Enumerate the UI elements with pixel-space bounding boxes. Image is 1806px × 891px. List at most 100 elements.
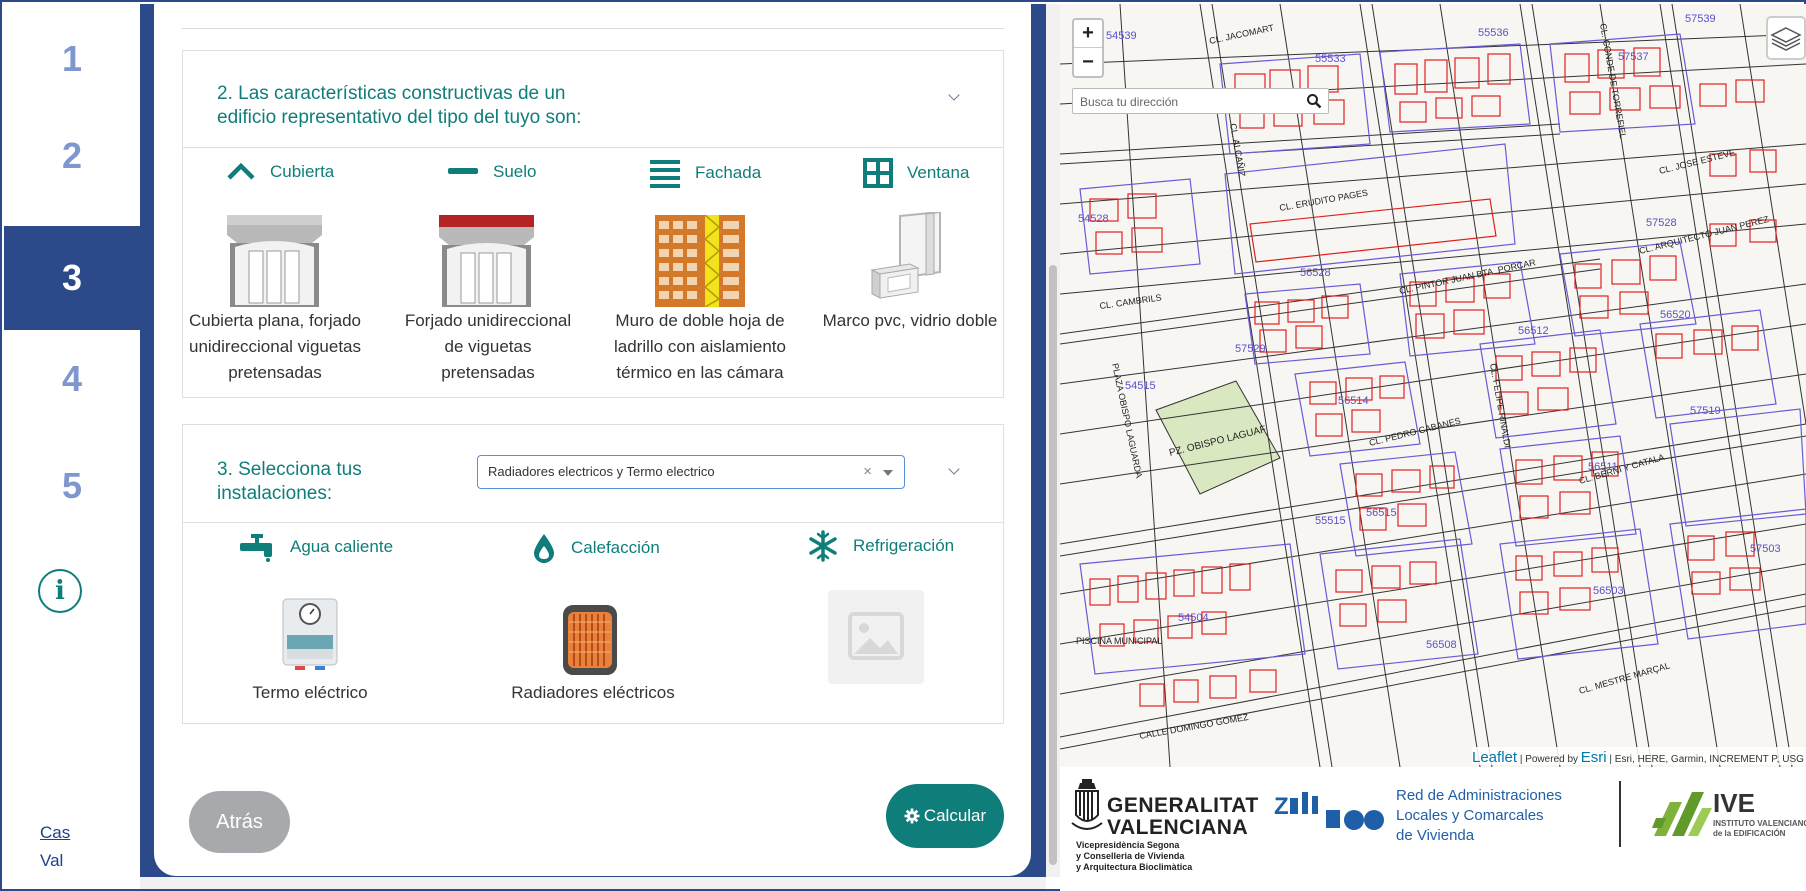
ral-name: Red de Administraciones Locales y Comarc…: [1396, 786, 1562, 846]
caption-line: pretensadas: [441, 363, 535, 382]
parcel-label: 56511: [1588, 461, 1618, 473]
info-icon[interactable]: i: [38, 569, 82, 613]
gv-sub-line: y Conselleria de Vivienda: [1076, 851, 1185, 861]
radiator-caption: Radiadores eléctricos: [511, 683, 675, 702]
water-heater-image: [282, 598, 338, 670]
parcel-label: 54504: [1178, 612, 1209, 624]
parcel-label: 54528: [1078, 213, 1109, 225]
step-rail: 1 2 3 4 5: [4, 4, 140, 885]
construction-card-header[interactable]: 2. Las características constructivas de …: [183, 51, 1003, 148]
caption-line: térmico en las cámara: [616, 363, 784, 382]
street-label: PISCINA MUNICIPAL: [1076, 636, 1162, 646]
parcel-label: 55515: [1315, 515, 1346, 527]
category-label: Refrigeración: [853, 536, 955, 555]
radiator-image: [563, 605, 617, 675]
cadastral-map[interactable]: CL. JACOMART CL. ERUDITO PAGES CL. PINTO…: [1060, 4, 1806, 767]
wall-image: [655, 215, 745, 307]
installations-title-line1: 3. Selecciona tus: [217, 459, 362, 480]
search-icon[interactable]: [1306, 93, 1322, 109]
layers-control[interactable]: [1766, 16, 1806, 60]
zoom-in-button[interactable]: +: [1074, 20, 1102, 48]
category-calefaccion: Calefacción: [531, 532, 660, 564]
search-placeholder: Busca tu dirección: [1080, 95, 1179, 109]
category-cubierta: Cubierta: [226, 160, 334, 184]
category-label: Fachada: [695, 163, 762, 182]
installations-title-line2: instalaciones:: [217, 483, 333, 504]
horizontal-scrollbar[interactable]: [140, 877, 1046, 889]
parcel-label: 55533: [1315, 53, 1346, 65]
roof-caption: Cubierta plana, forjado unidireccional v…: [180, 308, 370, 386]
roof-image: [227, 215, 322, 307]
step-4-button[interactable]: 4: [4, 324, 140, 434]
generalitat-crest-icon: [1071, 779, 1103, 830]
map-zoom-control: + −: [1072, 18, 1104, 78]
gear-icon: [904, 808, 920, 824]
ive-logo-icon: [1652, 792, 1712, 836]
gv-line: VALENCIANA: [1107, 816, 1249, 839]
step-1-button[interactable]: 1: [4, 4, 140, 114]
parcel-label: 56520: [1660, 309, 1691, 321]
map-tiles: CL. JACOMART CL. ERUDITO PAGES CL. PINTO…: [1060, 4, 1806, 767]
back-button[interactable]: Atrás: [189, 791, 290, 853]
snowflake-icon: [809, 530, 837, 562]
caption-line: pretensadas: [228, 363, 322, 382]
construction-title: 2. Las características constructivas de …: [217, 82, 581, 130]
layers-icon: [1770, 27, 1802, 51]
caption-line: ladrillo con aislamiento: [614, 337, 786, 356]
category-suelo: Suelo: [447, 160, 536, 184]
category-label: Agua caliente: [290, 537, 394, 556]
svg-text:Z: Z: [1274, 793, 1289, 820]
gv-sub-line: Vicepresidència Segona: [1076, 840, 1180, 850]
parcel-label: 56503: [1593, 585, 1624, 597]
leaflet-link[interactable]: Leaflet: [1472, 749, 1517, 765]
clear-icon[interactable]: ×: [863, 463, 872, 480]
attribution-text: | Esri, HERE, Garmin, INCREMENT P, USG: [1609, 754, 1804, 765]
ive-subtitle: INSTITUTO VALENCIANO de la EDIFICACIÓN: [1713, 819, 1806, 839]
ive-sub-line: de la EDIFICACIÓN: [1713, 829, 1786, 838]
chevron-up-icon: [227, 162, 255, 180]
ral-logo-icon: Z: [1274, 792, 1384, 830]
category-label: Ventana: [907, 163, 970, 182]
category-fachada: Fachada: [649, 158, 761, 188]
category-ventana: Ventana: [863, 158, 969, 188]
map-attribution: Leaflet | Powered by Esri | Esri, HERE, …: [1472, 747, 1806, 765]
ral-line: Red de Administraciones: [1396, 787, 1562, 804]
parcel-label: 56514: [1338, 395, 1369, 407]
category-agua-caliente: Agua caliente: [238, 532, 393, 562]
generalitat-department: Vicepresidència Segona y Conselleria de …: [1076, 840, 1192, 873]
lang-val-link[interactable]: Val: [40, 851, 63, 871]
drop-icon: [534, 534, 554, 563]
category-refrigeracion: Refrigeración: [807, 530, 954, 562]
parcel-label: 56508: [1426, 639, 1457, 651]
parcel-label: 54539: [1106, 30, 1137, 42]
category-label: Calefacción: [571, 538, 660, 557]
parcel-label: 54515: [1125, 380, 1156, 392]
window-caption: Marco pvc, vidrio doble: [818, 308, 1002, 334]
floor-image: [439, 215, 534, 307]
zoom-out-button[interactable]: −: [1074, 48, 1102, 76]
ive-title: IVE: [1713, 788, 1755, 818]
chevron-down-icon[interactable]: [947, 89, 961, 103]
step-2-button[interactable]: 2: [4, 101, 140, 211]
previous-card-edge: [182, 28, 1004, 29]
parcel-label: 56528: [1300, 267, 1331, 279]
calculate-button[interactable]: Calcular: [886, 784, 1004, 848]
dropdown-arrow-icon[interactable]: [883, 470, 893, 476]
vertical-scrollbar-thumb[interactable]: [1049, 265, 1057, 865]
parcel-label: 57539: [1685, 13, 1716, 25]
calculate-label: Calcular: [923, 806, 987, 825]
parcel-label: 55536: [1478, 27, 1509, 39]
caption-line: Forjado unidireccional: [404, 311, 572, 330]
caption-line: Cubierta plana, forjado: [188, 311, 361, 330]
lang-cas-link[interactable]: Cas: [40, 823, 70, 843]
installations-select[interactable]: Radiadores electricos y Termo electrico …: [477, 455, 905, 489]
attribution-text: | Powered by: [1519, 754, 1579, 765]
caption-line: Muro de doble hoja de: [615, 311, 785, 330]
step-3-button-active[interactable]: 3: [4, 226, 140, 330]
address-search-input[interactable]: Busca tu dirección: [1072, 88, 1329, 114]
chevron-down-icon[interactable]: [947, 463, 961, 477]
window-frame-image: [870, 212, 941, 299]
caption-line: unidireccional viguetas: [189, 337, 361, 356]
esri-link[interactable]: Esri: [1581, 749, 1607, 765]
step-5-button[interactable]: 5: [4, 431, 140, 541]
